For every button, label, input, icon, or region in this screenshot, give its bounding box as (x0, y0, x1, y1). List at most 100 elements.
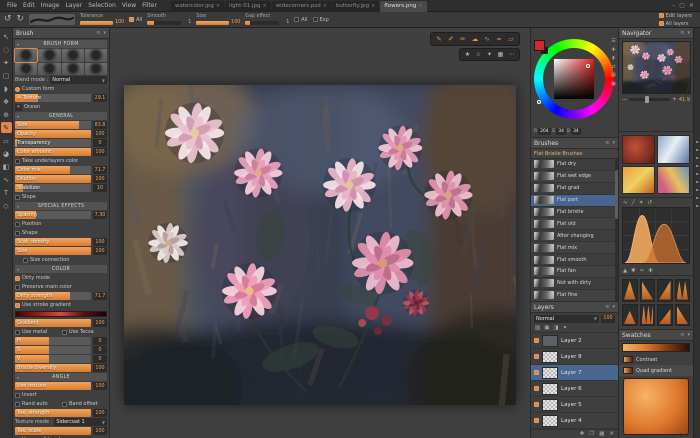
gradient-strip[interactable] (622, 343, 690, 352)
sparkle-icon[interactable]: ✦ (485, 50, 494, 59)
magic-wand-tool[interactable]: ✦ (1, 57, 12, 68)
close-icon[interactable]: × (262, 3, 266, 9)
toolbar-slider-tolerance[interactable]: Tolerance100 (80, 14, 124, 25)
param-value[interactable]: 100 (93, 175, 107, 183)
slider-track[interactable]: Tex. strength (15, 409, 91, 417)
slider-track[interactable]: Color amount (15, 148, 91, 156)
section-header[interactable]: ▾SPECIAL EFFECTS (15, 202, 107, 210)
param-size[interactable]: Size100 (15, 247, 107, 255)
gradient-preview[interactable] (623, 378, 689, 435)
eraser-tool[interactable]: ▱ (1, 135, 12, 146)
profile-preset[interactable] (622, 279, 638, 302)
panel-collapse-icon[interactable]: ▾ (612, 140, 615, 146)
layer-effects-icon[interactable]: ✦ (563, 325, 568, 331)
param-color-mix[interactable]: Color mix71.7 (15, 166, 107, 174)
param-s[interactable]: S0 (15, 346, 107, 354)
checkbox[interactable] (15, 285, 20, 290)
scrollbar-thumb[interactable] (615, 170, 618, 218)
more-icon[interactable]: ⋯ (507, 50, 516, 59)
undo-icon[interactable]: ↺ (4, 15, 12, 24)
param-spacing[interactable]: Spacing7.30 (15, 211, 107, 219)
checkbox[interactable] (15, 402, 20, 407)
clipping-mask-icon[interactable]: ◨ (553, 325, 558, 331)
param-value[interactable]: 0 (93, 346, 107, 354)
slider-track[interactable] (196, 21, 229, 25)
add-node-icon[interactable]: ✚ (648, 268, 653, 274)
brush-preset[interactable]: Flat fine (531, 290, 618, 301)
param-check[interactable]: Preserve main color (15, 283, 107, 291)
menu-image[interactable]: Image (38, 2, 63, 9)
layer-thumbnail[interactable] (542, 415, 558, 427)
param-dropdown[interactable]: Blend mode :Normal▼ (15, 76, 107, 84)
param-transparency[interactable]: Transparency0 (15, 139, 107, 147)
brush-preset[interactable]: After changing (531, 230, 618, 242)
brush-preset[interactable]: Flat bristle (531, 207, 618, 219)
layers-panel-titlebar[interactable]: Layers ≡ ▾ (531, 302, 618, 313)
smudge-icon[interactable]: ∿ (482, 34, 492, 44)
profile-preset[interactable] (622, 304, 638, 327)
slider-track[interactable]: Tex. scale (15, 427, 91, 435)
brush-category[interactable]: Flat Bristle Brushes (531, 149, 618, 159)
brush-preset[interactable]: Flat dry (531, 159, 618, 171)
close-icon[interactable]: × (371, 3, 375, 9)
param-value[interactable]: 100 (93, 427, 107, 435)
brush-preset[interactable]: Flat smooth (531, 254, 618, 266)
blur-icon[interactable]: ≈ (494, 34, 504, 44)
param-value[interactable]: 0 (93, 355, 107, 363)
checkbox[interactable] (15, 303, 20, 308)
profile-icon[interactable]: ▲ (623, 268, 627, 274)
checkbox[interactable] (15, 393, 20, 398)
doc-tab[interactable]: watercolor.jpg× (171, 1, 224, 12)
stroke-gradient-row[interactable] (15, 310, 107, 318)
dropdown-value[interactable]: Normal▼ (50, 76, 107, 84)
param-value[interactable]: 29.1 (93, 94, 107, 102)
checkbox[interactable] (294, 17, 299, 22)
param-scat-density[interactable]: Scat. density100 (15, 238, 107, 246)
checkbox[interactable] (313, 17, 318, 22)
param-value[interactable]: 100 (93, 247, 107, 255)
panel-toggle-icon[interactable]: ▪ (696, 196, 699, 200)
param-value[interactable]: 0 (93, 337, 107, 345)
brush-preset[interactable]: Flat old (531, 218, 618, 230)
stroke-gradient-bar[interactable] (15, 311, 107, 317)
param-value[interactable]: 0 (93, 139, 107, 147)
slider-track[interactable]: Scat. density (15, 238, 91, 246)
layer-thumbnail[interactable] (542, 383, 558, 395)
profile-flip-icon[interactable]: ▼ (631, 268, 635, 274)
slider-track[interactable]: Use texture (15, 382, 91, 390)
layer-thumbnail[interactable] (542, 367, 558, 379)
layer-row[interactable]: Layer 7 (531, 365, 618, 381)
param-check[interactable]: Use metal (15, 329, 60, 335)
texture-tag[interactable]: ✕Ocean (15, 103, 107, 111)
linear-icon[interactable]: ╱ (632, 200, 635, 206)
panel-toggle-icon[interactable]: ▪ (696, 180, 699, 184)
param-bristle-diversity[interactable]: Bristle diversity100 (15, 364, 107, 372)
param-check[interactable]: Rand auto (15, 401, 60, 407)
g-value[interactable]: 34 (556, 128, 566, 135)
menu-selection[interactable]: Selection (85, 2, 119, 9)
fill-tool[interactable]: ◕ (1, 148, 12, 159)
remove-icon[interactable]: ✕ (15, 104, 22, 111)
param-v[interactable]: V0 (15, 355, 107, 363)
airbrush-icon[interactable]: ☁ (470, 34, 480, 44)
swatches-titlebar[interactable]: Swatches ≡ ▾ (619, 330, 693, 341)
layer-thumbnail[interactable] (542, 399, 558, 411)
menu-layer[interactable]: Layer (62, 2, 85, 9)
param-value[interactable]: 71.7 (93, 292, 107, 300)
slider-track[interactable]: Size (15, 247, 91, 255)
delete-layer-icon[interactable]: ✕ (609, 431, 614, 437)
group-layers-icon[interactable]: ▦ (599, 431, 604, 437)
param-dirty-strength[interactable]: Dirty strength71.7 (15, 292, 107, 300)
zoom-in-icon[interactable]: + (672, 96, 677, 103)
brushes-panel-titlebar[interactable]: Brushes ≡ ▾ (531, 138, 618, 149)
checkbox[interactable] (15, 330, 20, 335)
checkbox[interactable] (15, 195, 20, 200)
slider-track[interactable]: Bristle diversity (15, 364, 91, 372)
param-value[interactable]: 100 (93, 319, 107, 327)
brush-form-thumb[interactable] (38, 63, 60, 76)
crop-tool[interactable]: ▢ (1, 70, 12, 81)
layer-thumbnail[interactable] (542, 335, 558, 347)
panel-toggle-icon[interactable]: ▪ (696, 204, 699, 208)
menu-view[interactable]: View (119, 2, 139, 9)
window-maximize-icon[interactable]: ▢ (679, 2, 685, 9)
